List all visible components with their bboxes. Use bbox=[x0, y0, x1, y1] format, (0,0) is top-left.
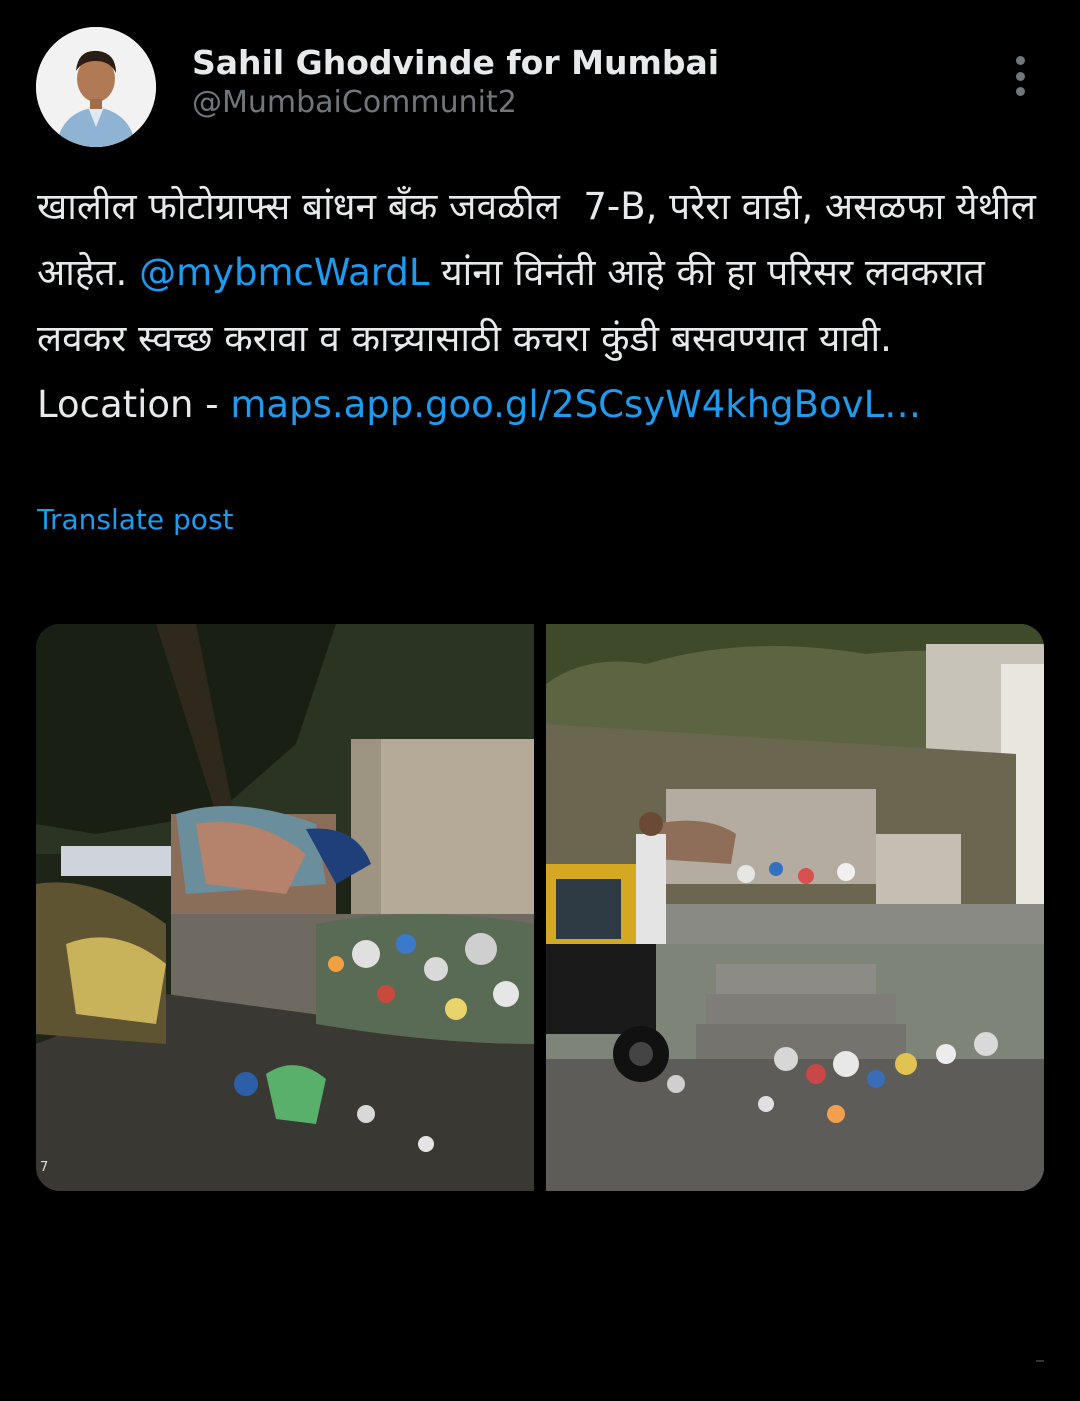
media-gallery: 7 bbox=[36, 624, 1044, 1191]
garbage-steps-day-image bbox=[546, 624, 1044, 1191]
avatar-image bbox=[36, 27, 156, 147]
avatar[interactable] bbox=[36, 27, 156, 147]
garbage-wall-night-image bbox=[36, 624, 534, 1191]
photo-2[interactable] bbox=[546, 624, 1044, 1191]
location-link[interactable]: maps.app.goo.gl/2SCsyW4khgBovL… bbox=[230, 383, 921, 426]
mention-link[interactable]: @mybmcWardL bbox=[139, 251, 429, 294]
author-block: Sahil Ghodvinde for Mumbai @MumbaiCommun… bbox=[192, 42, 719, 124]
location-label: Location - bbox=[37, 383, 231, 426]
post-text: खालील फोटोग्राफ्स बांधन बँक जवळील 7-B, प… bbox=[37, 174, 1047, 438]
author-name[interactable]: Sahil Ghodvinde for Mumbai bbox=[192, 42, 719, 84]
translate-post-button[interactable]: Translate post bbox=[37, 503, 234, 536]
photo-1[interactable]: 7 bbox=[36, 624, 534, 1191]
photo-1-tag: 7 bbox=[40, 1160, 49, 1175]
more-options-icon[interactable] bbox=[1002, 52, 1038, 100]
author-handle[interactable]: @MumbaiCommunit2 bbox=[192, 82, 719, 124]
home-indicator bbox=[1036, 1360, 1044, 1362]
